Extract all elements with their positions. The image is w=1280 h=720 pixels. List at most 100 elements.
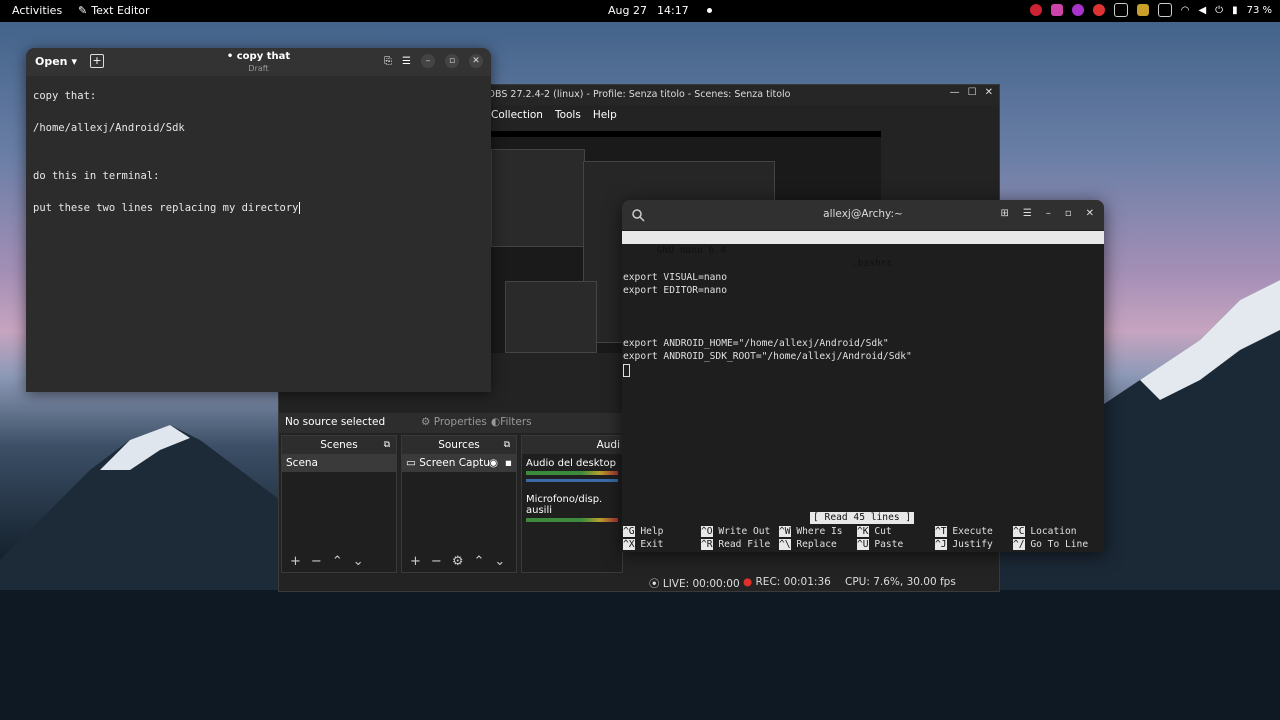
maximize-icon[interactable]: ▫: [1065, 208, 1072, 219]
nano-filename: .bashrc: [852, 258, 893, 269]
move-down-icon[interactable]: ⌄: [353, 554, 364, 569]
remove-source-icon[interactable]: −: [431, 554, 442, 569]
rec-indicator: ● REC: 00:01:36: [743, 576, 831, 588]
volume-icon[interactable]: ◀: [1198, 5, 1206, 16]
help-item: ^J Justify: [935, 539, 993, 550]
menu-scene-collection[interactable]: Collection: [491, 109, 543, 121]
clock[interactable]: Aug 27 14:17: [608, 4, 712, 17]
help-item: ^\ Replace: [779, 539, 837, 550]
gear-icon: ⚙: [421, 416, 431, 428]
screen-icon[interactable]: [1157, 3, 1172, 17]
wifi-icon[interactable]: ◠: [1181, 5, 1190, 16]
help-item: ^T Execute: [935, 526, 993, 537]
move-up-icon[interactable]: ⌃: [473, 554, 484, 569]
menu-help[interactable]: Help: [593, 109, 617, 121]
text-editor-icon: ✎: [78, 4, 88, 17]
dropbox-icon[interactable]: [1050, 4, 1063, 16]
audio-desktop-meter: [526, 471, 618, 475]
help-item: ^G Help: [623, 526, 664, 537]
sources-panel: Sources ⧉ ▭ Screen Captu ◉ ▪ + − ⚙ ⌃ ⌄: [401, 435, 517, 573]
record-dot-icon: ●: [743, 576, 753, 588]
properties-button[interactable]: ⚙ Properties: [421, 416, 487, 428]
minimize-icon[interactable]: –: [1046, 208, 1051, 219]
nano-version: GNU nano 6.4: [645, 245, 726, 256]
editor-text-area[interactable]: copy that: /home/allexj/Android/Sdk do t…: [26, 76, 491, 228]
hamburger-menu-icon[interactable]: ☰: [1023, 208, 1032, 219]
audio-mic-label: Microfono/disp. ausili: [526, 494, 603, 516]
help-item: ^W Where Is: [779, 526, 843, 537]
close-icon[interactable]: ✕: [1086, 208, 1094, 219]
audio-desktop-slider[interactable]: [526, 479, 618, 482]
filters-button[interactable]: ◐Filters: [491, 416, 532, 428]
nano-title-bar: GNU nano 6.4 .bashrc: [622, 231, 1104, 269]
clock-time: 14:17: [656, 4, 689, 17]
cpu-status: CPU: 7.6%, 30.00 fps: [845, 576, 956, 588]
obs-status-bar: ⦿ LIVE: 00:00:00 ● REC: 00:01:36 CPU: 7.…: [279, 573, 1001, 591]
filter-icon: ◐: [491, 416, 501, 428]
live-indicator: ⦿ LIVE: 00:00:00: [649, 578, 740, 590]
file-line: export ANDROID_SDK_ROOT="/home/allexj/An…: [623, 351, 912, 362]
minimize-icon[interactable]: –: [421, 54, 435, 68]
help-item: ^C Location: [1013, 526, 1077, 537]
scene-item[interactable]: Scena: [282, 454, 396, 472]
undock-icon[interactable]: ⧉: [384, 436, 390, 454]
eye-icon[interactable]: ◉: [489, 454, 498, 472]
activities-button[interactable]: Activities: [12, 4, 62, 17]
hamburger-menu-icon[interactable]: ☰: [402, 56, 411, 67]
save-icon[interactable]: ⎘: [384, 56, 392, 67]
obs-tray-icon[interactable]: [1029, 4, 1042, 16]
battery-icon[interactable]: ▮: [1232, 5, 1238, 16]
audio-mixer-panel: Audi Audio del desktop Microfono/disp. a…: [521, 435, 623, 573]
settings-icon[interactable]: ⚙: [452, 554, 464, 569]
app-menu[interactable]: ✎ Text Editor: [78, 4, 150, 17]
obs-window-controls: — ☐ ✕: [950, 87, 993, 98]
audio-mic-meter: [526, 518, 618, 522]
chrome-icon[interactable]: [1092, 4, 1105, 16]
maximize-icon[interactable]: ▫: [445, 54, 459, 68]
nano-status-message: [ Read 45 lines ]: [810, 512, 915, 524]
add-source-icon[interactable]: +: [410, 554, 421, 569]
source-item[interactable]: ▭ Screen Captu ◉ ▪: [402, 454, 516, 472]
add-scene-icon[interactable]: +: [290, 554, 301, 569]
top-bar: Activities ✎ Text Editor Aug 27 14:17 ◠ …: [0, 0, 1280, 22]
editor-controls: ⎘ ☰ – ▫ ✕: [384, 54, 483, 68]
sources-header: Sources ⧉: [402, 436, 516, 454]
terminal-cursor: [623, 364, 630, 377]
power-icon[interactable]: ⏻: [1215, 5, 1223, 16]
text-caret: [298, 202, 300, 214]
close-icon[interactable]: ✕: [985, 87, 993, 98]
terminal-window[interactable]: allexj@Archy:~ ⊞ ☰ – ▫ ✕ GNU nano 6.4 .b…: [622, 200, 1104, 552]
remove-scene-icon[interactable]: −: [311, 554, 322, 569]
menu-tools[interactable]: Tools: [555, 109, 581, 121]
clipboard-icon[interactable]: [1136, 4, 1149, 16]
no-source-label: No source selected: [285, 416, 386, 428]
battery-level: 73 %: [1246, 4, 1272, 16]
obs-menubar: Collection Tools Help: [491, 109, 617, 121]
terminal-controls: ⊞ ☰ – ▫ ✕: [1000, 208, 1094, 219]
editor-header: Open ▾ + • copy that Draft ⎘ ☰ – ▫ ✕: [26, 48, 491, 76]
file-line: export EDITOR=nano: [623, 285, 727, 296]
broadcast-icon: ⦿: [649, 578, 660, 590]
preview-panels: [505, 281, 597, 353]
move-down-icon[interactable]: ⌄: [494, 554, 505, 569]
text-editor-window[interactable]: Open ▾ + • copy that Draft ⎘ ☰ – ▫ ✕ copy…: [26, 48, 491, 392]
system-tray[interactable]: ◠ ◀ ⏻ ▮ 73 %: [1029, 3, 1272, 17]
scenes-panel: Scenes ⧉ Scena + − ⌃ ⌄: [281, 435, 397, 573]
help-item: ^R Read File: [701, 539, 771, 550]
close-icon[interactable]: ✕: [469, 54, 483, 68]
minimize-icon[interactable]: —: [950, 87, 960, 98]
window-icon[interactable]: [1113, 3, 1128, 17]
move-up-icon[interactable]: ⌃: [332, 554, 343, 569]
file-line: export ANDROID_HOME="/home/allexj/Androi…: [623, 338, 889, 349]
maximize-icon[interactable]: ☐: [968, 87, 977, 98]
help-item: ^K Cut: [857, 526, 892, 537]
app-tray-icon[interactable]: [1071, 4, 1084, 16]
sources-toolbar: + − ⚙ ⌃ ⌄: [402, 550, 516, 572]
file-line: export VISUAL=nano: [623, 272, 727, 283]
editor-line: do this in terminal:: [33, 170, 160, 182]
new-tab-icon[interactable]: ⊞: [1000, 208, 1008, 219]
scenes-toolbar: + − ⌃ ⌄: [282, 550, 396, 572]
lock-icon[interactable]: ▪: [505, 454, 512, 472]
undock-icon[interactable]: ⧉: [504, 436, 510, 454]
